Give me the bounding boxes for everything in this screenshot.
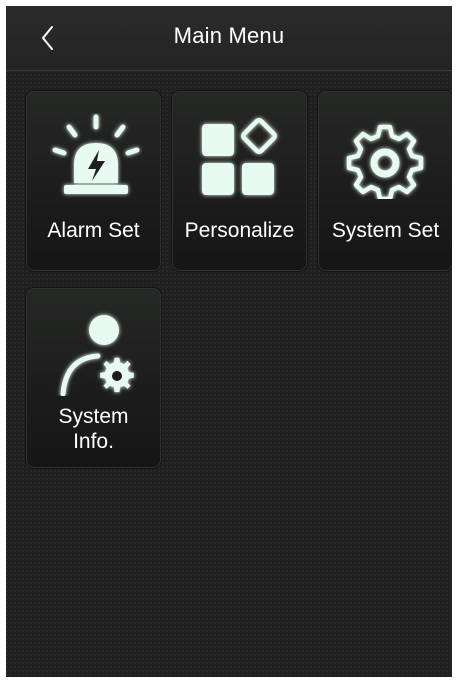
apps-grid-icon bbox=[202, 118, 277, 195]
menu-item-alarm-set[interactable]: Alarm Set bbox=[26, 91, 161, 271]
menu-item-system-info[interactable]: System Info. bbox=[26, 288, 161, 468]
alarm-light-icon bbox=[52, 114, 140, 194]
menu-item-personalize[interactable]: Personalize bbox=[172, 91, 307, 271]
menu-item-label-line1: System bbox=[58, 405, 129, 428]
menu-item-label: System Set bbox=[331, 219, 440, 242]
gear-icon bbox=[346, 124, 424, 199]
menu-item-label: Alarm Set bbox=[47, 219, 140, 242]
device-screen: Main Menu Alarm Set Personalize System S… bbox=[6, 6, 452, 677]
page-title: Main Menu bbox=[173, 23, 285, 48]
user-settings-icon bbox=[60, 315, 134, 396]
menu-item-label: Personalize bbox=[184, 219, 295, 242]
menu-item-system-set[interactable]: System Set bbox=[318, 91, 452, 271]
menu-item-label-line2: Info. bbox=[73, 430, 114, 453]
menu-item-label: System Info. bbox=[22, 404, 165, 454]
header-bar: Main Menu bbox=[6, 6, 452, 71]
